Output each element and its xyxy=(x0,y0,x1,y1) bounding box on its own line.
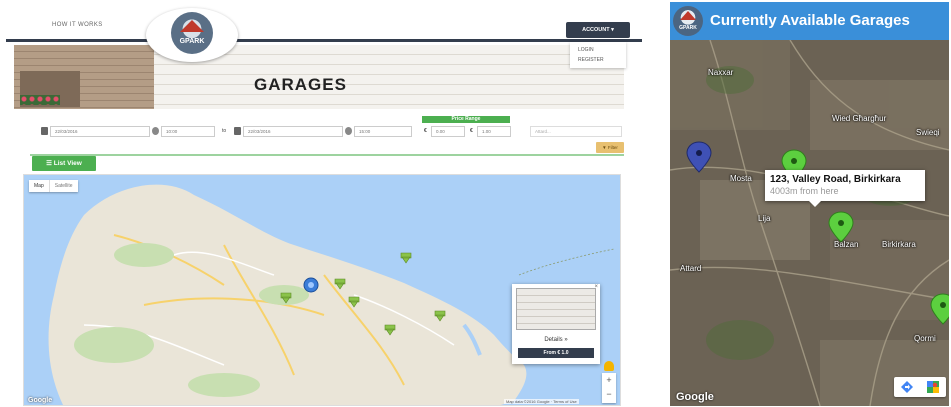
account-dropdown: LOGIN REGISTER xyxy=(570,42,626,68)
calendar-icon xyxy=(234,127,241,135)
garage-door-image xyxy=(154,45,624,109)
app-title: Currently Available Garages xyxy=(710,12,910,29)
garage-marker xyxy=(434,310,446,322)
map-attribution[interactable]: Map data ©2016 Google · Terms of Use xyxy=(504,399,579,404)
map-toolbar xyxy=(894,377,946,397)
directions-icon[interactable] xyxy=(894,377,920,397)
locality-select[interactable]: Attard... xyxy=(530,126,622,137)
garage-marker xyxy=(280,292,292,304)
map-label: Wied Għargħur xyxy=(832,114,887,123)
to-label: to xyxy=(222,128,227,134)
map-label: Lija xyxy=(758,214,771,223)
hero-banner: GARAGES xyxy=(14,45,624,109)
euro-icon: € xyxy=(470,128,473,134)
divider xyxy=(30,154,624,156)
clock-icon xyxy=(345,127,352,135)
price-range-label: Price Range xyxy=(422,116,510,123)
search-filters: 22/03/2016 10:00 to 22/03/2016 15:00 Pri… xyxy=(30,116,630,144)
date-to-input[interactable]: 22/03/2016 xyxy=(243,126,343,137)
garage-marker xyxy=(400,252,412,264)
price-max-input[interactable]: 1.00 xyxy=(477,126,511,137)
flowers-image xyxy=(20,95,60,105)
map-label: Balzan xyxy=(834,240,859,249)
open-in-maps-icon[interactable] xyxy=(920,377,946,397)
street-view-icon[interactable] xyxy=(604,361,614,371)
app-bar: GPARK Currently Available Garages xyxy=(670,2,949,40)
close-icon[interactable]: × xyxy=(594,284,598,290)
site-logo[interactable]: GPARK xyxy=(146,8,238,62)
map-label: Swieqi xyxy=(916,128,940,137)
house-icon xyxy=(180,20,204,32)
filter-button[interactable]: ▼ Filter xyxy=(596,142,624,153)
map-label: Naxxar xyxy=(708,68,734,77)
website-screenshot: HOW IT WORKS ACCOUNT ▾ GPARK LOGIN REGIS… xyxy=(6,2,642,406)
map-type-map[interactable]: Map xyxy=(29,180,49,192)
clock-icon xyxy=(152,127,159,135)
garages-map[interactable]: Map Satellite × Details » From € 1.0 + −… xyxy=(23,174,621,406)
calendar-icon xyxy=(41,127,48,135)
garage-info-window[interactable]: 123, Valley Road, Birkirkara 4003m from … xyxy=(765,170,925,207)
login-menu-item[interactable]: LOGIN xyxy=(570,45,626,55)
how-it-works-link[interactable]: HOW IT WORKS xyxy=(52,22,103,28)
euro-icon: € xyxy=(424,128,427,134)
details-link[interactable]: Details » xyxy=(512,337,600,343)
mobile-app-screenshot: GPARK Currently Available Garages Naxxar… xyxy=(670,2,949,406)
map-label: Qormi xyxy=(914,334,936,343)
garage-address: 123, Valley Road, Birkirkara xyxy=(770,174,901,185)
garage-thumbnail xyxy=(516,288,596,330)
app-logo-text: GPARK xyxy=(679,25,697,31)
garage-distance: 4003m from here xyxy=(770,186,839,196)
list-view-button[interactable]: ☰ List View xyxy=(32,156,96,171)
site-header: HOW IT WORKS ACCOUNT ▾ xyxy=(6,2,642,42)
garage-marker xyxy=(348,296,360,308)
map-type-control: Map Satellite xyxy=(29,180,78,192)
map-type-satellite[interactable]: Satellite xyxy=(48,180,78,192)
price-button[interactable]: From € 1.0 xyxy=(518,348,594,358)
time-from-input[interactable]: 10:00 xyxy=(161,126,215,137)
zoom-control: + − xyxy=(602,373,616,403)
app-logo: GPARK xyxy=(673,6,703,36)
zoom-out-button[interactable]: − xyxy=(602,387,616,401)
garage-marker xyxy=(384,324,396,336)
account-button[interactable]: ACCOUNT ▾ xyxy=(566,22,630,38)
google-logo: Google xyxy=(676,391,714,403)
house-icon xyxy=(680,11,696,20)
map-label: Mosta xyxy=(730,174,752,183)
logo-text: GPARK xyxy=(179,38,205,45)
map-label: Attard xyxy=(680,264,702,273)
time-to-input[interactable]: 15:00 xyxy=(354,126,412,137)
register-menu-item[interactable]: REGISTER xyxy=(570,55,626,65)
garage-marker xyxy=(334,278,346,290)
price-min-input[interactable]: 0.00 xyxy=(431,126,465,137)
google-logo: Google xyxy=(28,397,53,404)
date-from-input[interactable]: 22/03/2016 xyxy=(50,126,150,137)
satellite-map[interactable] xyxy=(670,40,949,406)
garage-popup: × Details » From € 1.0 xyxy=(512,284,600,364)
zoom-in-button[interactable]: + xyxy=(602,373,616,387)
map-label: Birkirkara xyxy=(882,240,916,249)
page-title: GARAGES xyxy=(254,75,347,94)
